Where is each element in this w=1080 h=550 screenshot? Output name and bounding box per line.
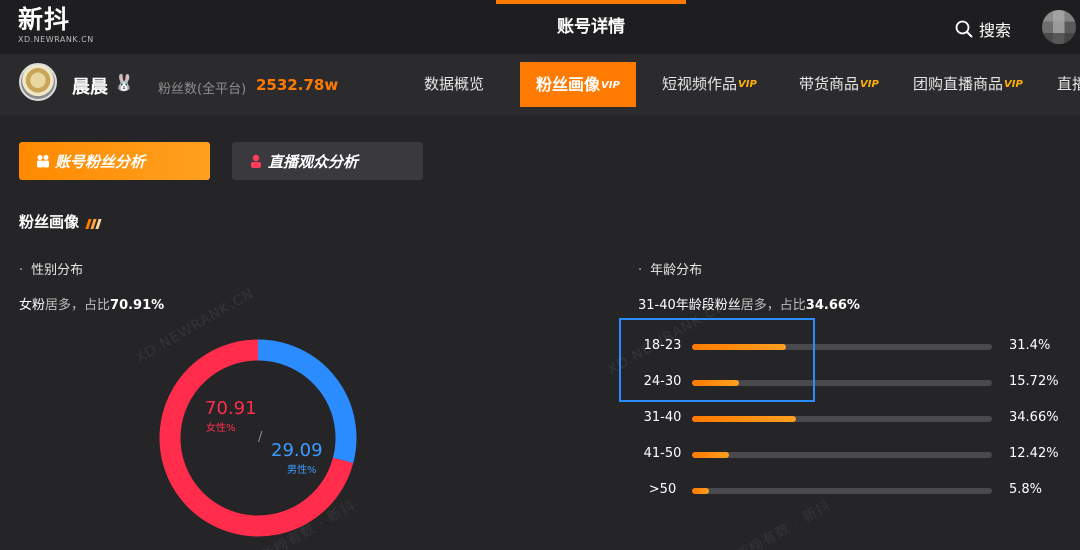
- search-button[interactable]: 搜索: [955, 17, 1011, 41]
- section-heading: 粉丝画像: [19, 213, 80, 231]
- search-icon: [955, 20, 973, 38]
- person-icon: [251, 154, 261, 168]
- page-title-container: A T 账号详情: [496, 12, 686, 37]
- tab-goods[interactable]: 带货商品VIP: [799, 54, 879, 115]
- top-bar: 新抖 XD.NEWRANK.CN A T 账号详情 搜索: [0, 0, 1080, 54]
- age-label: >50: [648, 482, 677, 497]
- male-percent-value: 29.09: [271, 440, 323, 461]
- account-name: 晨晨: [72, 77, 108, 98]
- button-label: 账号粉丝分析: [55, 152, 146, 171]
- tab-label: 带货商品: [799, 75, 860, 93]
- tab-label: 短视频作品: [662, 75, 738, 93]
- age-bar-track: [692, 452, 992, 458]
- female-percent-value: 70.91: [205, 398, 257, 419]
- age-percent: 12.42%: [1009, 446, 1059, 461]
- tab-group-live-goods[interactable]: 团购直播商品VIP: [913, 54, 1023, 115]
- live-audience-analysis-button[interactable]: 直播观众分析: [232, 142, 423, 180]
- gender-summary-value: 70.91%: [110, 298, 165, 313]
- gender-title-text: 性别分布: [31, 263, 84, 278]
- highlight-box: [619, 318, 815, 402]
- age-label: 31-40: [643, 410, 682, 425]
- age-title: · 年龄分布: [638, 259, 702, 278]
- age-row: 41-50 12.42%: [620, 445, 1080, 465]
- age-percent: 5.8%: [1009, 482, 1043, 497]
- logo-subtext: XD.NEWRANK.CN: [18, 35, 94, 44]
- tab-fans-portrait[interactable]: 粉丝画像VIP: [520, 62, 636, 107]
- users-icon: [37, 155, 49, 168]
- age-row: >50 5.8%: [620, 481, 1080, 501]
- tab-label: 团购直播商品: [913, 75, 1004, 93]
- tab-label: 数据概览: [424, 75, 485, 93]
- tab-label: 粉丝画像: [536, 75, 601, 94]
- female-percent-label: 女性%: [206, 423, 236, 434]
- vip-badge: VIP: [1004, 79, 1023, 90]
- vip-badge: VIP: [601, 80, 620, 91]
- tab-data-overview[interactable]: 数据概览: [424, 54, 484, 115]
- tab-short-videos[interactable]: 短视频作品VIP: [662, 54, 757, 115]
- search-label: 搜索: [979, 21, 1012, 40]
- button-label: 直播观众分析: [268, 152, 359, 171]
- age-bar-track: [692, 488, 992, 494]
- age-bar-fill: [692, 452, 730, 458]
- age-percent: 34.66%: [1009, 410, 1059, 425]
- title-accent-bar: [496, 0, 686, 4]
- age-summary-value: 34.66%: [805, 298, 860, 313]
- age-percent: 15.72%: [1009, 374, 1059, 389]
- account-bar: 晨晨 🐰 粉丝数(全平台) 2532.78w 数据概览 粉丝画像VIP 短视频作…: [0, 54, 1080, 115]
- account-fans-analysis-button[interactable]: 账号粉丝分析: [19, 142, 210, 180]
- gender-summary-mid: 居多，占比: [45, 298, 111, 313]
- age-percent: 31.4%: [1009, 338, 1051, 353]
- gender-summary: 女粉居多，占比70.91%: [19, 294, 164, 313]
- age-title-text: 年龄分布: [650, 263, 703, 278]
- gender-title: · 性别分布: [19, 259, 83, 278]
- age-bar-fill: [692, 488, 710, 494]
- vip-badge: VIP: [738, 79, 757, 90]
- page-title: 账号详情: [557, 17, 625, 37]
- bullet-dot: ·: [19, 263, 24, 278]
- vip-badge: VIP: [860, 79, 879, 90]
- age-summary-mid: 居多，占比: [740, 298, 806, 313]
- fans-count-label: 粉丝数(全平台): [158, 82, 247, 97]
- gender-summary-prefix: 女粉: [19, 298, 46, 313]
- logo[interactable]: 新抖 XD.NEWRANK.CN: [18, 5, 94, 45]
- account-avatar: [19, 63, 57, 101]
- watermark: 新榜有数 · 新抖: [733, 497, 834, 550]
- logo-text: 新抖: [18, 5, 71, 34]
- age-summary: 31-40年龄段粉丝居多，占比34.66%: [638, 294, 860, 313]
- bullet-dot: ·: [638, 263, 643, 278]
- donut-separator: /: [258, 430, 263, 445]
- tab-live[interactable]: 直播: [1057, 54, 1080, 115]
- user-avatar[interactable]: [1042, 10, 1076, 44]
- tab-label: 直播: [1057, 75, 1080, 93]
- age-bar-track: [692, 416, 992, 422]
- fans-count-value: 2532.78w: [256, 76, 339, 94]
- male-percent-label: 男性%: [287, 465, 317, 476]
- age-row: 31-40 34.66%: [620, 409, 1080, 429]
- bunny-icon: 🐰: [114, 73, 134, 92]
- age-bar-fill: [692, 416, 796, 422]
- age-label: 41-50: [643, 446, 682, 461]
- heading-decoration: [85, 214, 102, 233]
